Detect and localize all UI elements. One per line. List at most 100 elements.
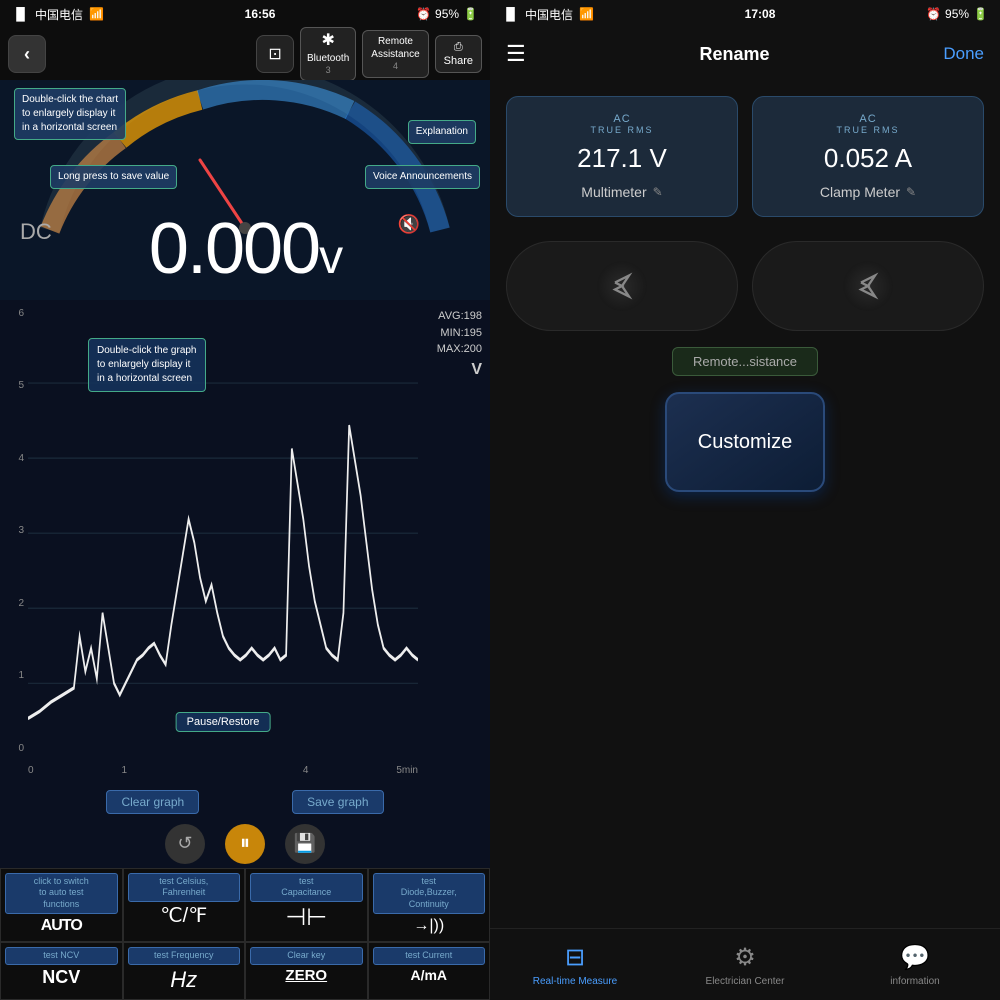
temp-tip: test Celsius,Fahrenheit (128, 873, 241, 902)
current-tip: test Current (373, 947, 486, 965)
current-icon: A/mA (410, 967, 447, 984)
func-current[interactable]: test Current A/mA (368, 942, 491, 1000)
tab-electrician[interactable]: ⚙ Electrician Center (660, 943, 830, 987)
x-axis: 0 1 4 5min (28, 765, 418, 776)
max-label: MAX:200 (437, 341, 482, 358)
clamp-meter-card[interactable]: AC TRUE RMS 0.052 A Clamp Meter ✎ (752, 96, 984, 217)
freq-tip: test Frequency (128, 947, 241, 965)
history-button[interactable]: ↺ (165, 824, 205, 864)
done-button[interactable]: Done (943, 44, 984, 64)
multimeter-trms: TRUE RMS (591, 125, 654, 135)
alarm-icon: ⏰ (416, 7, 431, 21)
wifi-icon: 📶 (89, 7, 104, 21)
real-time-icon: ⊟ (565, 943, 585, 972)
signal-icon: ▐▌ (12, 7, 29, 21)
func-auto[interactable]: click to switchto auto testfunctions AUT… (0, 868, 123, 942)
electrician-label: Electrician Center (706, 976, 785, 987)
remote-row: Remote...sistance (490, 339, 1000, 384)
left-status-bar: ▐▌ 中国电信 📶 16:56 ⏰ 95% 🔋 (0, 0, 490, 28)
right-time: 17:08 (745, 7, 776, 21)
func-ncv[interactable]: test NCV NCV (0, 942, 123, 1000)
main-reading: 0.000v (10, 213, 480, 285)
func-diode[interactable]: testDiode,Buzzer,Continuity →|)) (368, 868, 491, 942)
multimeter-edit-icon[interactable]: ✎ (653, 185, 663, 199)
bluetooth-button[interactable]: ✱ Bluetooth 3 (300, 27, 356, 80)
hamburger-button[interactable]: ☰ (506, 41, 526, 67)
bluetooth-icon-1 (597, 261, 647, 311)
clear-graph-button[interactable]: Clear graph (106, 790, 199, 814)
share-button[interactable]: ⎙ Share (435, 35, 482, 74)
real-time-label: Real-time Measure (533, 976, 617, 987)
tab-real-time[interactable]: ⊟ Real-time Measure (490, 943, 660, 987)
pause-button[interactable]: ⏸ (225, 824, 265, 864)
playback-controls: ↺ ⏸ 💾 (0, 820, 490, 868)
fullscreen-button[interactable]: ⊡ (256, 35, 294, 73)
bluetooth-btn-2[interactable] (752, 241, 984, 331)
clamp-edit-icon[interactable]: ✎ (906, 185, 916, 199)
chart-tooltip: Double-click the chart to enlargely disp… (14, 88, 126, 140)
right-wifi-icon: 📶 (579, 7, 594, 21)
customize-button[interactable]: Customize (665, 392, 825, 492)
func-freq[interactable]: test Frequency Hz (123, 942, 246, 1000)
avg-label: AVG:198 (437, 308, 482, 325)
clamp-value: 0.052 A (824, 143, 912, 174)
remote-assistance-button[interactable]: Remote...sistance (672, 347, 818, 376)
bluetooth-icon: ✱ (307, 31, 349, 52)
cap-icon: ⊣⊢ (285, 904, 327, 933)
graph-unit: V (437, 358, 482, 382)
save-tooltip[interactable]: Long press to save value (50, 165, 177, 189)
diode-tip: testDiode,Buzzer,Continuity (373, 873, 486, 914)
save-graph-button[interactable]: Save graph (292, 790, 383, 814)
clear-tip: Clear key (250, 947, 363, 965)
time-label: 16:56 (245, 7, 276, 21)
multimeter-label-row: Multimeter ✎ (581, 184, 662, 200)
bluetooth-btn-1[interactable] (506, 241, 738, 331)
voice-button[interactable]: Voice Announcements (365, 165, 480, 189)
graph-tip: Double-click the graph to enlargely disp… (88, 338, 206, 392)
clamp-label-row: Clamp Meter ✎ (820, 184, 916, 200)
func-cap[interactable]: testCapacitance ⊣⊢ (245, 868, 368, 942)
ncv-icon: NCV (42, 967, 80, 989)
right-header: ☰ Rename Done (490, 28, 1000, 80)
customize-row: Customize (490, 384, 1000, 508)
record-button[interactable]: 💾 (285, 824, 325, 864)
bluetooth-buttons (490, 225, 1000, 339)
clamp-mode: AC (859, 113, 876, 125)
history-icon: ↺ (177, 833, 192, 854)
bluetooth-number: 3 (307, 65, 349, 77)
left-panel: ▐▌ 中国电信 📶 16:56 ⏰ 95% 🔋 ‹ ⊡ ✱ Bluetooth … (0, 0, 490, 1000)
graph-stats: AVG:198 MIN:195 MAX:200 V (437, 308, 482, 382)
battery-label: 95% (435, 7, 459, 21)
share-icon: ⎙ (454, 41, 463, 53)
information-label: information (890, 976, 939, 987)
share-label: Share (444, 54, 473, 68)
remote-assistance-button[interactable]: Remote Assistance 4 (362, 30, 428, 78)
freq-icon: Hz (170, 967, 197, 993)
device-cards: AC TRUE RMS 217.1 V Multimeter ✎ AC TRUE… (490, 80, 1000, 225)
multimeter-mode: AC (613, 113, 630, 125)
y-axis: 6 5 4 3 2 1 0 (0, 308, 28, 754)
pause-restore-button[interactable]: Pause/Restore (176, 712, 271, 732)
fullscreen-icon: ⊡ (268, 44, 281, 64)
temp-icon: ℃/℉ (160, 904, 207, 928)
func-temp[interactable]: test Celsius,Fahrenheit ℃/℉ (123, 868, 246, 942)
tab-bar: ⊟ Real-time Measure ⚙ Electrician Center… (490, 928, 1000, 1000)
auto-tip: click to switchto auto testfunctions (5, 873, 118, 914)
back-button[interactable]: ‹ (8, 35, 46, 73)
reading-value: 0.000 (149, 209, 319, 289)
clamp-trms: TRUE RMS (837, 125, 900, 135)
func-clear[interactable]: Clear key ZERO (245, 942, 368, 1000)
explanation-tooltip[interactable]: Explanation (408, 120, 476, 144)
right-battery-icon: 🔋 (973, 7, 988, 21)
tab-information[interactable]: 💬 information (830, 943, 1000, 987)
multimeter-name: Multimeter (581, 184, 646, 200)
multimeter-card[interactable]: AC TRUE RMS 217.1 V Multimeter ✎ (506, 96, 738, 217)
auto-icon: AUTO (41, 916, 82, 935)
top-toolbar: ‹ ⊡ ✱ Bluetooth 3 Remote Assistance 4 ⎙ … (0, 28, 490, 80)
bluetooth-icon-2 (843, 261, 893, 311)
electrician-icon: ⚙ (734, 943, 756, 972)
remote-number: 4 (371, 61, 419, 73)
right-panel: ▐▌ 中国电信 📶 17:08 ⏰ 95% 🔋 ☰ Rename Done AC… (490, 0, 1000, 1000)
bluetooth-label: Bluetooth (307, 52, 349, 65)
information-icon: 💬 (900, 943, 930, 972)
